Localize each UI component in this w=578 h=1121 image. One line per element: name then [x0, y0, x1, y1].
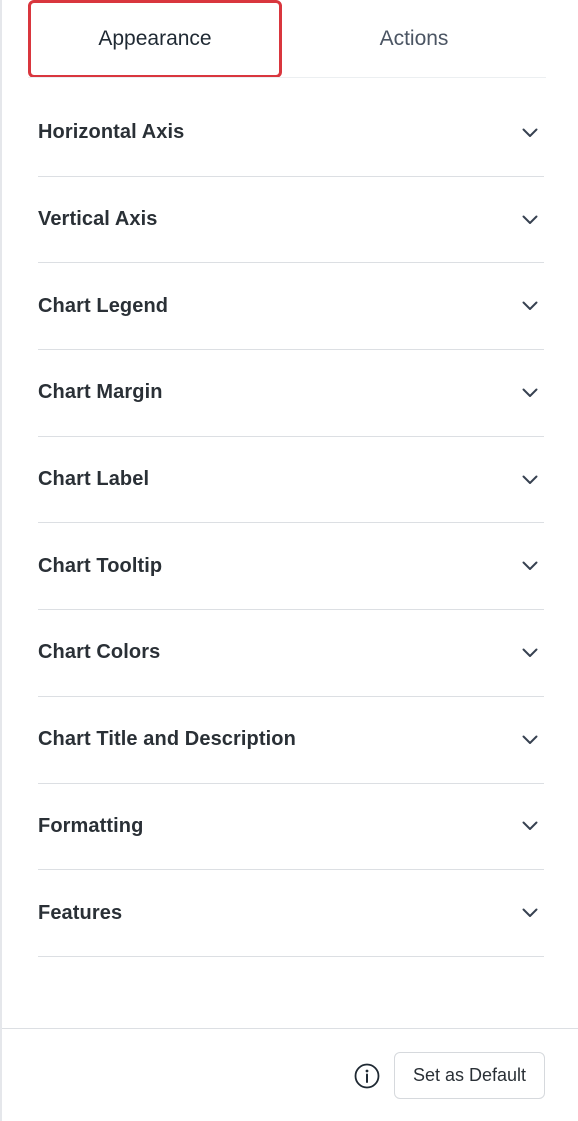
set-as-default-label: Set as Default — [412, 1065, 527, 1085]
section-formatting[interactable]: Formatting — [38, 784, 544, 871]
section-chart-title-description[interactable]: Chart Title and Description — [38, 697, 544, 784]
info-icon[interactable] — [354, 1063, 380, 1089]
chevron-down-icon — [522, 385, 538, 401]
section-label: Chart Legend — [38, 294, 169, 317]
chevron-down-icon — [522, 558, 538, 574]
chevron-down-icon — [522, 732, 538, 748]
section-label: Chart Colors — [38, 641, 161, 664]
panel-footer: Set as Default — [2, 1028, 578, 1121]
settings-accordion: Horizontal Axis Vertical Axis Chart Lege… — [38, 90, 544, 957]
section-horizontal-axis[interactable]: Horizontal Axis — [38, 90, 544, 177]
set-as-default-button[interactable]: Set as Default — [394, 1052, 545, 1099]
section-chart-label[interactable]: Chart Label — [38, 437, 544, 524]
chevron-down-icon — [522, 125, 538, 141]
section-label: Formatting — [38, 814, 144, 837]
chevron-down-icon — [522, 472, 538, 488]
tab-actions-label: Actions — [379, 27, 449, 50]
chevron-down-icon — [522, 818, 538, 834]
chevron-down-icon — [522, 905, 538, 921]
section-chart-tooltip[interactable]: Chart Tooltip — [38, 523, 544, 611]
chevron-down-icon — [522, 212, 538, 228]
chevron-down-icon — [522, 645, 538, 661]
section-label: Horizontal Axis — [38, 121, 185, 144]
section-label: Chart Tooltip — [38, 554, 163, 577]
chart-settings-panel: Appearance Actions Horizontal Axis Verti… — [0, 0, 578, 1121]
section-label: Chart Title and Description — [38, 728, 296, 751]
section-chart-colors[interactable]: Chart Colors — [38, 610, 544, 697]
section-vertical-axis[interactable]: Vertical Axis — [38, 177, 544, 264]
section-label: Vertical Axis — [38, 208, 158, 231]
section-chart-margin[interactable]: Chart Margin — [38, 350, 544, 437]
section-features[interactable]: Features — [38, 870, 544, 957]
tab-appearance[interactable]: Appearance — [28, 0, 282, 78]
tab-bar: Appearance Actions — [28, 0, 546, 78]
tab-actions[interactable]: Actions — [282, 0, 546, 78]
section-chart-legend[interactable]: Chart Legend — [38, 263, 544, 351]
section-label: Features — [38, 901, 123, 924]
chevron-down-icon — [522, 298, 538, 314]
section-label: Chart Margin — [38, 381, 163, 404]
tab-appearance-label: Appearance — [98, 27, 212, 50]
section-label: Chart Label — [38, 468, 150, 491]
